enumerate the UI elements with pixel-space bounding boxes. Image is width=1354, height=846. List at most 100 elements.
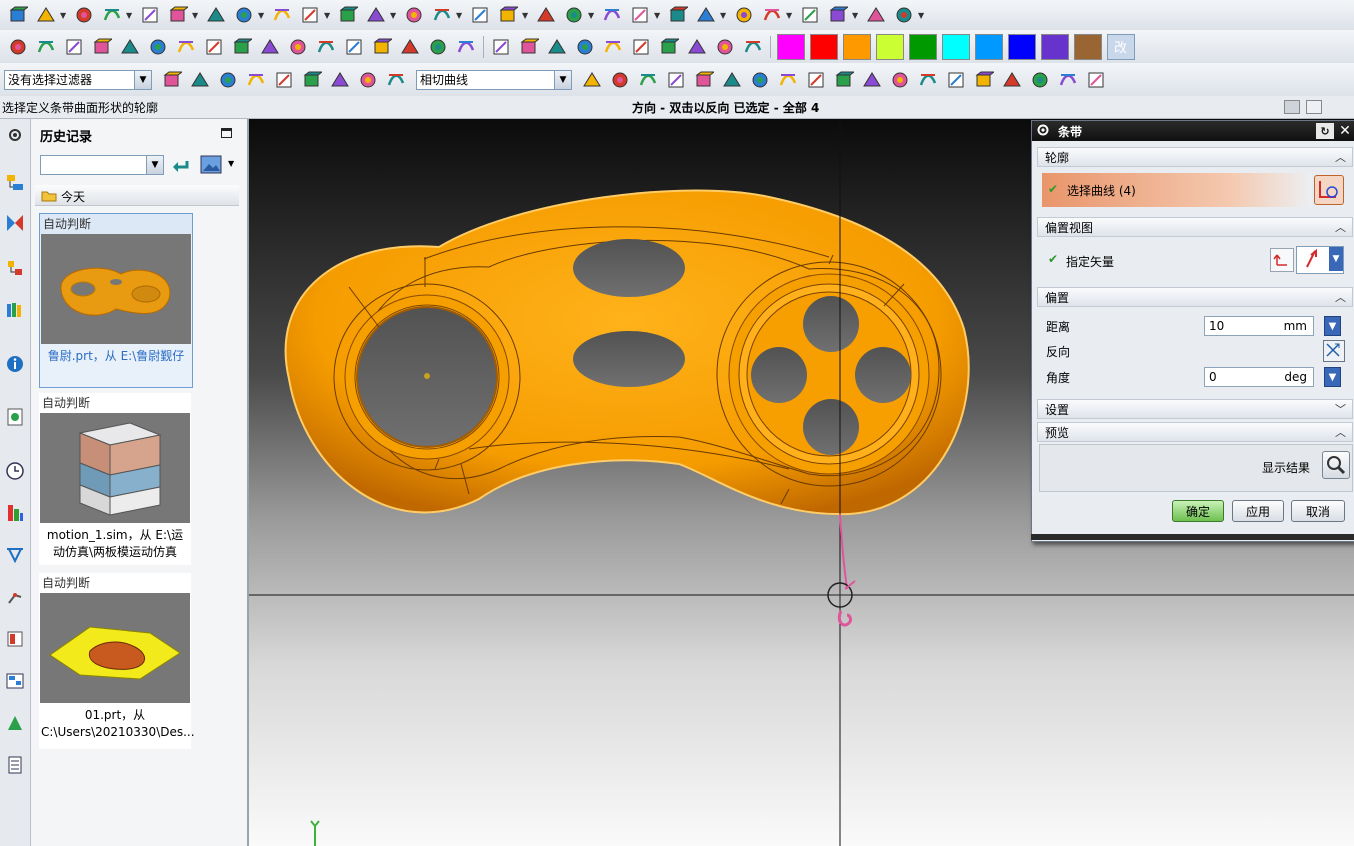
dialog-titlebar[interactable]: 条带 ↻ ✕ xyxy=(1032,121,1354,141)
chevron-down-icon[interactable]: ▼ xyxy=(456,11,464,20)
axis-icon[interactable] xyxy=(371,36,393,58)
mirror-icon[interactable] xyxy=(315,36,337,58)
group-today[interactable]: 今天 xyxy=(35,185,239,206)
shape-icon[interactable] xyxy=(1001,69,1023,91)
grid-icon[interactable] xyxy=(119,36,141,58)
chevron-up-icon[interactable]: ︿ xyxy=(1335,219,1346,235)
chevron-down-icon[interactable]: ▼ xyxy=(390,11,398,20)
reuse-library-icon[interactable] xyxy=(3,298,27,322)
frame-icon[interactable] xyxy=(203,36,225,58)
xlines-icon[interactable] xyxy=(455,36,477,58)
trim-icon[interactable] xyxy=(535,4,557,26)
chevron-up-icon[interactable]: ︿ xyxy=(1335,149,1346,165)
hatch-icon[interactable] xyxy=(546,36,568,58)
csys-icon[interactable] xyxy=(245,69,267,91)
palette-navigator-icon[interactable] xyxy=(3,753,27,777)
chevron-down-icon[interactable]: ▼ xyxy=(786,11,794,20)
cylinder-icon[interactable] xyxy=(233,4,255,26)
transform-icon[interactable] xyxy=(665,69,687,91)
color-swatch[interactable] xyxy=(908,33,937,60)
sheet-icon[interactable] xyxy=(299,4,321,26)
chevron-down-icon[interactable]: ▼ xyxy=(852,11,860,20)
cone-icon[interactable] xyxy=(287,36,309,58)
check-box-icon[interactable] xyxy=(658,36,680,58)
text-icon[interactable] xyxy=(761,4,783,26)
chevron-down-icon[interactable]: ▼ xyxy=(720,11,728,20)
process-studio-icon[interactable] xyxy=(3,501,27,525)
curve-rule-combo[interactable]: 相切曲线 ▼ xyxy=(416,69,572,90)
chevron-down-icon[interactable]: ▼ xyxy=(588,11,596,20)
chevron-down-icon[interactable]: ▼ xyxy=(324,11,332,20)
stack-icon[interactable] xyxy=(73,4,95,26)
sketch-rect-icon[interactable] xyxy=(271,4,293,26)
part-navigator-icon[interactable] xyxy=(3,171,27,195)
line-tool-icon[interactable] xyxy=(581,69,603,91)
chevron-down-icon[interactable]: ▼ xyxy=(554,70,571,89)
circle-icon[interactable] xyxy=(889,69,911,91)
chevron-down-icon[interactable]: ▼ xyxy=(60,11,68,20)
line-a-icon[interactable] xyxy=(749,69,771,91)
chevron-down-icon[interactable]: ▼ xyxy=(134,70,151,89)
pattern-icon[interactable] xyxy=(101,4,123,26)
grid2-icon[interactable] xyxy=(1057,69,1079,91)
angle-input[interactable]: 0 deg xyxy=(1204,367,1314,387)
color-swatch[interactable] xyxy=(941,33,970,60)
offset-icon[interactable] xyxy=(667,4,689,26)
color-swatch[interactable] xyxy=(842,33,871,60)
mold-icon[interactable] xyxy=(403,4,425,26)
color-swatch[interactable] xyxy=(1073,33,1102,60)
section-offset-view[interactable]: 偏置视图 ︿ xyxy=(1037,217,1353,237)
color-swatch[interactable] xyxy=(875,33,904,60)
gear-icon[interactable] xyxy=(1036,123,1052,140)
target-icon[interactable] xyxy=(518,36,540,58)
vector-handle-icon[interactable] xyxy=(583,574,623,614)
selection-filter-combo[interactable]: 没有选择过滤器 ▼ xyxy=(4,69,152,90)
chevron-up-icon[interactable]: ︿ xyxy=(1335,424,1346,440)
f8-icon[interactable] xyxy=(427,36,449,58)
analysis-icon[interactable] xyxy=(3,543,27,567)
constraint-navigator-icon[interactable] xyxy=(3,256,27,280)
roles-icon[interactable] xyxy=(3,627,27,651)
pattern2-icon[interactable] xyxy=(35,36,57,58)
history-item[interactable]: 自动判断 01.prt，从 C:\Users\20210330\Des... xyxy=(39,573,195,749)
arc-icon[interactable] xyxy=(805,69,827,91)
color-swatch[interactable] xyxy=(1040,33,1069,60)
spline2-icon[interactable] xyxy=(833,69,855,91)
chevron-down-icon[interactable]: ▼ xyxy=(228,159,234,168)
gamepad-part[interactable] xyxy=(284,189,970,516)
cylinder2-icon[interactable] xyxy=(865,4,887,26)
cube-icon[interactable] xyxy=(91,36,113,58)
reverse-direction-button[interactable] xyxy=(1270,248,1294,272)
broom-icon[interactable] xyxy=(147,36,169,58)
chevron-down-icon[interactable]: ▼ xyxy=(192,11,200,20)
point-icon[interactable] xyxy=(161,69,183,91)
arrow-down-icon[interactable]: ▼ xyxy=(1324,367,1341,387)
gear-icon[interactable] xyxy=(3,123,27,147)
move-handle-icon[interactable] xyxy=(721,69,743,91)
core-icon[interactable] xyxy=(497,4,519,26)
back-arrow-icon[interactable] xyxy=(171,157,189,176)
grid-box-icon[interactable] xyxy=(574,36,596,58)
spline-icon[interactable] xyxy=(827,4,849,26)
restore-icon[interactable] xyxy=(1284,100,1300,114)
arrow-down-icon[interactable]: ▼ xyxy=(1324,316,1341,336)
part-icon[interactable] xyxy=(7,4,29,26)
plane-icon[interactable] xyxy=(217,69,239,91)
forward-icon[interactable] xyxy=(693,69,715,91)
color-swatch[interactable] xyxy=(1007,33,1036,60)
cavity-icon[interactable] xyxy=(469,4,491,26)
feature-icon[interactable] xyxy=(205,4,227,26)
flag-icon[interactable] xyxy=(259,36,281,58)
hd3d-icon[interactable] xyxy=(3,711,27,735)
parting-icon[interactable] xyxy=(601,4,623,26)
color-change-button[interactable]: 改 xyxy=(1106,33,1135,60)
solid-icon[interactable] xyxy=(175,36,197,58)
xtrim-icon[interactable] xyxy=(1029,69,1051,91)
select-icon[interactable] xyxy=(695,4,717,26)
rect-select-icon[interactable] xyxy=(385,69,407,91)
cross-icon[interactable] xyxy=(861,69,883,91)
origin-icon[interactable] xyxy=(273,69,295,91)
chevron-down-icon[interactable]: ▼ xyxy=(1329,247,1343,271)
line-b-icon[interactable] xyxy=(777,69,799,91)
chevron-down-icon[interactable]: ▼ xyxy=(258,11,266,20)
